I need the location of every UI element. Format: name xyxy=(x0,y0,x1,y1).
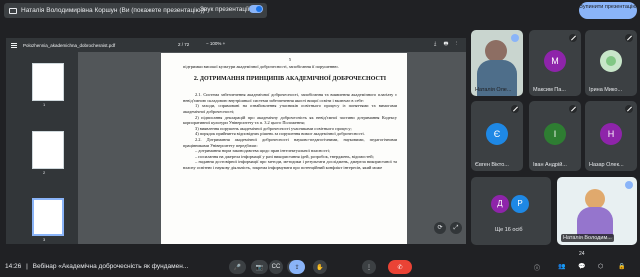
page-paragraph: 2.1. Система забезпечення академічної до… xyxy=(183,92,397,103)
page-number: 5 xyxy=(288,57,292,62)
activities-icon[interactable]: ⬡ xyxy=(598,263,603,270)
page-paragraph: – надання достовірної інформації про мет… xyxy=(183,159,397,170)
self-tile[interactable]: Наталія Володим... xyxy=(557,177,637,245)
fit-page-icon[interactable]: ⤢ xyxy=(450,222,462,234)
avatar: Н xyxy=(600,123,622,145)
pdf-filename: Polozhennia_akademichna_dobrochesnist.pd… xyxy=(23,42,116,48)
meeting-info: 14:26 | Вебінар «Академічна доброчесніст… xyxy=(5,263,188,270)
mic-off-icon xyxy=(569,105,577,113)
page-paragraph: 2.2. Дотримання академічної доброчесност… xyxy=(183,136,397,148)
participant-name: Іван Андрій... xyxy=(533,162,567,168)
avatar: Д xyxy=(491,195,509,213)
thumbnail-pane: 1 2 3 xyxy=(6,52,78,244)
thumbnail-number: 2 xyxy=(43,170,46,175)
zoom-value[interactable]: 100% xyxy=(210,41,222,46)
participant-video-head xyxy=(485,40,507,62)
avatar: І xyxy=(544,123,566,145)
page-indicator: 2 / 72 xyxy=(178,42,189,47)
mic-off-icon xyxy=(625,105,633,113)
participant-count-badge: 24 xyxy=(579,251,585,257)
participant-tile[interactable]: І Іван Андрій... xyxy=(529,101,581,171)
bottom-bar: 14:26 | Вебінар «Академічна доброчесніст… xyxy=(0,256,640,277)
thumbnail-number: 1 xyxy=(43,102,46,107)
people-icon[interactable]: 👥 xyxy=(558,263,565,270)
presenting-banner-text: Наталія Володимирівна Коршун (Ви (покаже… xyxy=(21,7,205,14)
chat-icon[interactable]: 💬 xyxy=(578,263,585,270)
avatar xyxy=(600,50,622,72)
participant-tile[interactable]: Наталія Оле... xyxy=(471,30,523,96)
participant-name: Максим Па... xyxy=(533,87,566,93)
section-heading: 2. ДОТРИМАННЯ ПРИНЦИПІВ АКАДЕМІЧНОЇ ДОБР… xyxy=(193,76,387,83)
page-total: / 72 xyxy=(181,42,190,47)
self-video-head xyxy=(585,189,605,209)
avatar-image-icon xyxy=(606,56,616,66)
sound-label: Звук презентації xyxy=(200,6,250,13)
thumbnail-number: 3 xyxy=(43,237,46,242)
page-thumbnail-selected[interactable] xyxy=(32,198,64,236)
mic-off-icon xyxy=(511,105,519,113)
rotate-icon[interactable]: ⟳ xyxy=(434,222,446,234)
participant-tile[interactable]: Н Назар Олек... xyxy=(585,101,637,171)
pdf-viewer: Polozhennia_akademichna_dobrochesnist.pd… xyxy=(6,38,466,244)
avatar: Р xyxy=(511,195,529,213)
stop-presenting-button[interactable]: Зупинити презентацію xyxy=(579,2,637,19)
present-button[interactable]: ⇪ xyxy=(289,260,305,274)
separator: | xyxy=(26,263,28,270)
page-paragraph: 2) підписання декларацій про академічну … xyxy=(183,114,397,126)
pdf-toolbar: Polozhennia_akademichna_dobrochesnist.pd… xyxy=(6,38,466,52)
meeting-title: Вебінар «Академічна доброчесність як фун… xyxy=(32,263,189,270)
more-participants-tile[interactable]: Д Р Ще 16 осіб xyxy=(471,177,551,245)
participant-name: Наталія Оле... xyxy=(475,87,512,93)
page-current[interactable]: 2 xyxy=(178,42,181,47)
participant-tile[interactable]: Є Євген Вікто... xyxy=(471,101,523,171)
clock: 14:26 xyxy=(5,263,22,270)
page-thumbnail[interactable] xyxy=(32,131,64,169)
participant-name: Назар Олек... xyxy=(589,162,624,168)
page-paragraph: 1) заходи, спрямовані на ознайомлення уч… xyxy=(183,103,397,114)
top-bar: Наталія Володимирівна Коршун (Ви (покаже… xyxy=(0,0,640,22)
self-name: Наталія Володим... xyxy=(561,234,614,242)
menu-icon[interactable] xyxy=(11,42,17,48)
mic-off-icon xyxy=(569,34,577,42)
participant-tile[interactable]: Ірина Мико... xyxy=(585,30,637,96)
avatar: Є xyxy=(486,123,508,145)
speaking-indicator-icon xyxy=(625,181,633,189)
more-participants-label: Ще 16 осіб xyxy=(495,227,523,233)
participant-tile[interactable]: М Максим Па... xyxy=(529,30,581,96)
speaking-indicator-icon xyxy=(511,34,519,42)
end-call-button[interactable]: ✆ xyxy=(388,260,412,274)
mic-off-icon xyxy=(625,34,633,42)
mic-button[interactable]: 🎤 xyxy=(229,260,246,274)
captions-button[interactable]: CC xyxy=(269,260,283,274)
avatar: М xyxy=(544,50,566,72)
camera-button[interactable]: 📷 xyxy=(251,260,268,274)
page-thumbnail[interactable] xyxy=(32,63,64,101)
more-options-button[interactable]: ⋮ xyxy=(362,260,376,274)
sound-toggle[interactable] xyxy=(249,5,263,13)
monitor-icon xyxy=(9,7,17,14)
info-icon[interactable]: ⓘ xyxy=(534,263,540,272)
self-video-body xyxy=(577,207,613,237)
pdf-page: 5 підтримки високої культури академічної… xyxy=(161,53,407,244)
participant-name: Євген Вікто... xyxy=(475,162,509,168)
raise-hand-button[interactable]: ✋ xyxy=(313,260,327,274)
page-paragraph: підтримки високої культури академічної д… xyxy=(183,63,339,69)
lock-icon[interactable]: 🔒 xyxy=(618,263,625,270)
zoom-level: − 100% + xyxy=(206,41,226,46)
participant-name: Ірина Мико... xyxy=(589,87,623,93)
pdf-tools[interactable]: ⤓ 🖶 ⋮ xyxy=(434,41,460,49)
